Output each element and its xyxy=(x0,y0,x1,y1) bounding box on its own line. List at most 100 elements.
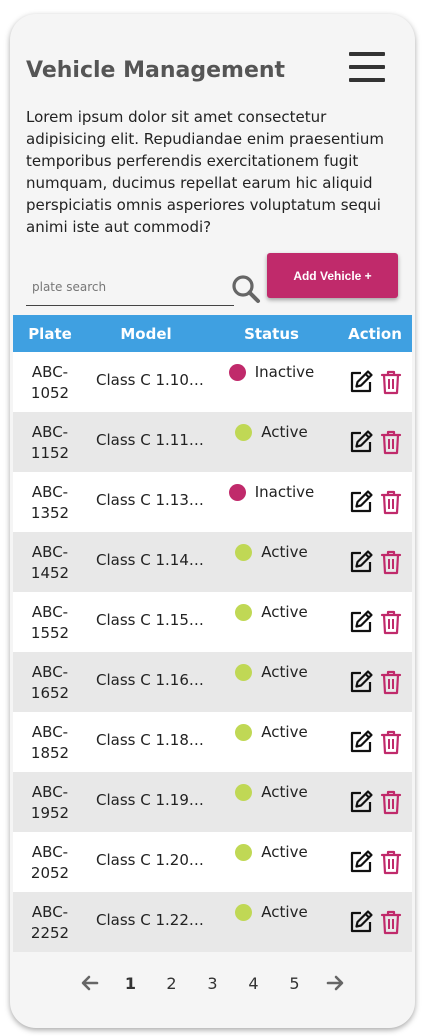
page-2-link[interactable]: 2 xyxy=(151,974,192,993)
delete-icon[interactable] xyxy=(380,369,402,395)
search-icon[interactable] xyxy=(231,274,261,304)
plate-cell: ABC-1152 xyxy=(30,423,70,462)
status-dot-icon xyxy=(235,663,253,681)
action-cell xyxy=(338,412,412,472)
search-input[interactable] xyxy=(26,268,234,306)
status-cell: Active xyxy=(205,652,338,712)
table-row: ABC-2052 Class C 1.20 Av... Active xyxy=(13,832,412,892)
edit-icon[interactable] xyxy=(348,369,374,395)
column-header-action: Action xyxy=(338,315,412,352)
table-row: ABC-1352 Class C 1.13 Av... Inactive xyxy=(13,472,412,532)
edit-icon[interactable] xyxy=(348,489,374,515)
status-label: Active xyxy=(261,543,308,561)
action-cell xyxy=(338,592,412,652)
model-cell: Class C 1.15 Av... xyxy=(96,611,205,629)
edit-icon[interactable] xyxy=(348,849,374,875)
add-vehicle-button[interactable]: Add Vehicle + xyxy=(267,253,398,298)
status-cell: Active xyxy=(205,532,338,592)
delete-icon[interactable] xyxy=(380,729,402,755)
plate-cell: ABC-2252 xyxy=(30,903,70,942)
plate-cell: ABC-1352 xyxy=(30,483,70,522)
status-dot-icon xyxy=(235,603,253,621)
action-cell xyxy=(338,772,412,832)
model-cell: Class C 1.14 Av... xyxy=(96,551,205,569)
status-dot-icon xyxy=(235,723,253,741)
status-cell: Active xyxy=(205,892,338,952)
delete-icon[interactable] xyxy=(380,429,402,455)
hamburger-menu-icon[interactable] xyxy=(349,52,385,82)
delete-icon[interactable] xyxy=(380,609,402,635)
arrow-left-icon[interactable] xyxy=(80,973,100,993)
table-row: ABC-1952 Class C 1.19 Av... Active xyxy=(13,772,412,832)
model-cell: Class C 1.10 Av... xyxy=(96,371,205,389)
page-1-link[interactable]: 1 xyxy=(110,974,151,993)
page-5-link[interactable]: 5 xyxy=(274,974,315,993)
status-cell: Active xyxy=(205,712,338,772)
edit-icon[interactable] xyxy=(348,429,374,455)
status-label: Inactive xyxy=(254,483,315,501)
edit-icon[interactable] xyxy=(348,609,374,635)
plate-cell: ABC-2052 xyxy=(30,843,70,882)
column-header-model: Model xyxy=(87,315,205,352)
model-cell: Class C 1.16 Av... xyxy=(96,671,205,689)
model-cell: Class C 1.22 Av... xyxy=(96,911,205,929)
action-cell xyxy=(338,652,412,712)
model-cell: Class C 1.13 Av... xyxy=(96,491,205,509)
vehicle-table: Plate Model Status Action ABC-1052 Class … xyxy=(13,315,412,952)
plate-cell: ABC-1652 xyxy=(30,663,70,702)
arrow-right-icon[interactable] xyxy=(325,973,345,993)
plate-cell: ABC-1452 xyxy=(30,543,70,582)
status-label: Active xyxy=(261,783,308,801)
status-cell: Active xyxy=(205,592,338,652)
delete-icon[interactable] xyxy=(380,909,402,935)
page-4-link[interactable]: 4 xyxy=(233,974,274,993)
table-row: ABC-2252 Class C 1.22 Av... Active xyxy=(13,892,412,952)
page-description: Lorem ipsum dolor sit amet consectetur a… xyxy=(26,108,384,236)
status-dot-icon xyxy=(228,363,246,381)
status-dot-icon xyxy=(235,843,253,861)
action-cell xyxy=(338,352,412,412)
table-row: ABC-1652 Class C 1.16 Av... Active xyxy=(13,652,412,712)
model-cell: Class C 1.11 Av... xyxy=(96,431,205,449)
delete-icon[interactable] xyxy=(380,489,402,515)
delete-icon[interactable] xyxy=(380,849,402,875)
delete-icon[interactable] xyxy=(380,549,402,575)
column-header-status: Status xyxy=(205,315,338,352)
status-label: Active xyxy=(261,663,308,681)
delete-icon[interactable] xyxy=(380,669,402,695)
delete-icon[interactable] xyxy=(380,789,402,815)
action-cell xyxy=(338,712,412,772)
search-field xyxy=(26,268,236,306)
edit-icon[interactable] xyxy=(348,669,374,695)
edit-icon[interactable] xyxy=(348,549,374,575)
status-cell: Active xyxy=(205,412,338,472)
edit-icon[interactable] xyxy=(348,789,374,815)
model-cell: Class C 1.19 Av... xyxy=(96,791,205,809)
action-cell xyxy=(338,472,412,532)
status-cell: Active xyxy=(205,832,338,892)
vehicle-management-card: Vehicle Management Lorem ipsum dolor sit… xyxy=(10,14,415,1028)
table-row: ABC-1052 Class C 1.10 Av... Inactive xyxy=(13,352,412,412)
plate-cell: ABC-1952 xyxy=(30,783,70,822)
plate-cell: ABC-1852 xyxy=(30,723,70,762)
edit-icon[interactable] xyxy=(348,729,374,755)
status-cell: Inactive xyxy=(205,472,338,532)
status-label: Active xyxy=(261,603,308,621)
edit-icon[interactable] xyxy=(348,909,374,935)
page-3-link[interactable]: 3 xyxy=(192,974,233,993)
status-dot-icon xyxy=(235,543,253,561)
table-row: ABC-1852 Class C 1.18 Av... Active xyxy=(13,712,412,772)
table-row: ABC-1452 Class C 1.14 Av... Active xyxy=(13,532,412,592)
column-header-plate: Plate xyxy=(13,315,87,352)
model-cell: Class C 1.18 Av... xyxy=(96,731,205,749)
action-cell xyxy=(338,892,412,952)
page-title: Vehicle Management xyxy=(26,58,286,83)
status-cell: Inactive xyxy=(205,352,338,412)
status-dot-icon xyxy=(235,423,253,441)
status-label: Active xyxy=(261,723,308,741)
status-cell: Active xyxy=(205,772,338,832)
status-label: Inactive xyxy=(254,363,315,381)
table-header-row: Plate Model Status Action xyxy=(13,315,412,352)
plate-cell: ABC-1552 xyxy=(30,603,70,642)
action-cell xyxy=(338,832,412,892)
